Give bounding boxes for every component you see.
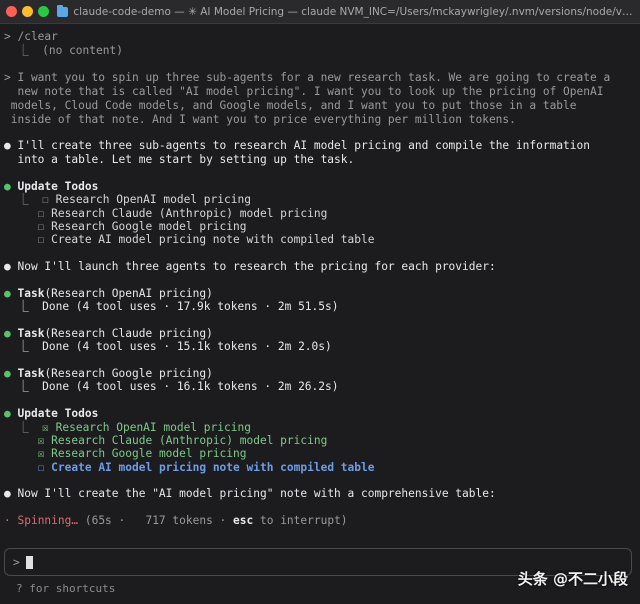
todo-item-done: ☒ Research Claude (Anthropic) model pric…: [37, 434, 328, 447]
user-prompt-line: models, Cloud Code models, and Google mo…: [4, 99, 577, 112]
todo-item: ⎿ ☐ Research OpenAI model pricing: [4, 193, 251, 206]
update-todos-header: ● Update Todos: [4, 180, 99, 193]
clear-command: > /clear: [4, 30, 58, 43]
text-cursor: [25, 555, 33, 569]
window-title: claude-code-demo — ✳ AI Model Pricing — …: [73, 5, 634, 18]
window-titlebar: claude-code-demo — ✳ AI Model Pricing — …: [0, 0, 640, 24]
user-prompt-line: inside of that note. And I want you to p…: [4, 113, 516, 126]
task-header: ● Task(Research Claude pricing): [4, 327, 213, 340]
todo-item: ☐ Create AI model pricing note with comp…: [4, 233, 375, 246]
spinner-status: · Spinning… (65s · 717 tokens · esc to i…: [4, 514, 348, 527]
todo-item: ☐ Research Claude (Anthropic) model pric…: [4, 207, 328, 220]
bullet-icon: ●: [4, 367, 18, 380]
checkbox-icon: ☐: [37, 461, 52, 474]
bullet-icon: ●: [4, 407, 18, 420]
todo-item: ☐ Research Google model pricing: [4, 220, 247, 233]
watermark: 头条 @不二小段: [517, 570, 628, 588]
bullet-icon: ●: [4, 487, 18, 500]
todo-item-done: ⎿ ☒ Research OpenAI model pricing: [4, 421, 251, 434]
assistant-reply-line: into a table. Let me start by setting up…: [4, 153, 355, 166]
clear-result: ⎿ (no content): [4, 44, 123, 57]
minimize-window-button[interactable]: [22, 6, 33, 17]
create-message: ● Now I'll create the "AI model pricing"…: [4, 487, 496, 500]
terminal-output: > /clear ⎿ (no content) > I want you to …: [0, 26, 640, 546]
task-header: ● Task(Research Google pricing): [4, 367, 213, 380]
user-prompt-line: > I want you to spin up three sub-agents…: [4, 71, 611, 84]
close-window-button[interactable]: [6, 6, 17, 17]
bullet-icon: ●: [4, 260, 18, 273]
task-status: ⎿ Done (4 tool uses · 16.1k tokens · 2m …: [4, 380, 339, 393]
user-prompt-line: new note that is called "AI model pricin…: [4, 85, 604, 98]
prompt-symbol: >: [13, 555, 20, 569]
task-status: ⎿ Done (4 tool uses · 15.1k tokens · 2m …: [4, 340, 332, 353]
spinner-icon: ·: [4, 514, 18, 527]
bullet-icon: ●: [4, 139, 18, 152]
bullet-icon: ●: [4, 287, 18, 300]
window-controls: [6, 6, 49, 17]
todo-item-active: ☐ Create AI model pricing note with comp…: [37, 461, 375, 474]
todo-item-done: ☒ Research Google model pricing: [37, 447, 247, 460]
launch-message: ● Now I'll launch three agents to resear…: [4, 260, 496, 273]
task-header: ● Task(Research OpenAI pricing): [4, 287, 213, 300]
assistant-reply-line: ● I'll create three sub-agents to resear…: [4, 139, 590, 152]
update-todos-header: ● Update Todos: [4, 407, 99, 420]
checked-box-icon: ☒: [37, 447, 52, 460]
shortcuts-hint: ? for shortcuts: [16, 582, 116, 595]
checked-box-icon: ☒: [37, 434, 52, 447]
bullet-icon: ●: [4, 180, 18, 193]
folder-icon: [57, 4, 69, 17]
zoom-window-button[interactable]: [38, 6, 49, 17]
bullet-icon: ●: [4, 327, 18, 340]
checked-box-icon: ☒: [42, 421, 56, 434]
task-status: ⎿ Done (4 tool uses · 17.9k tokens · 2m …: [4, 300, 339, 313]
